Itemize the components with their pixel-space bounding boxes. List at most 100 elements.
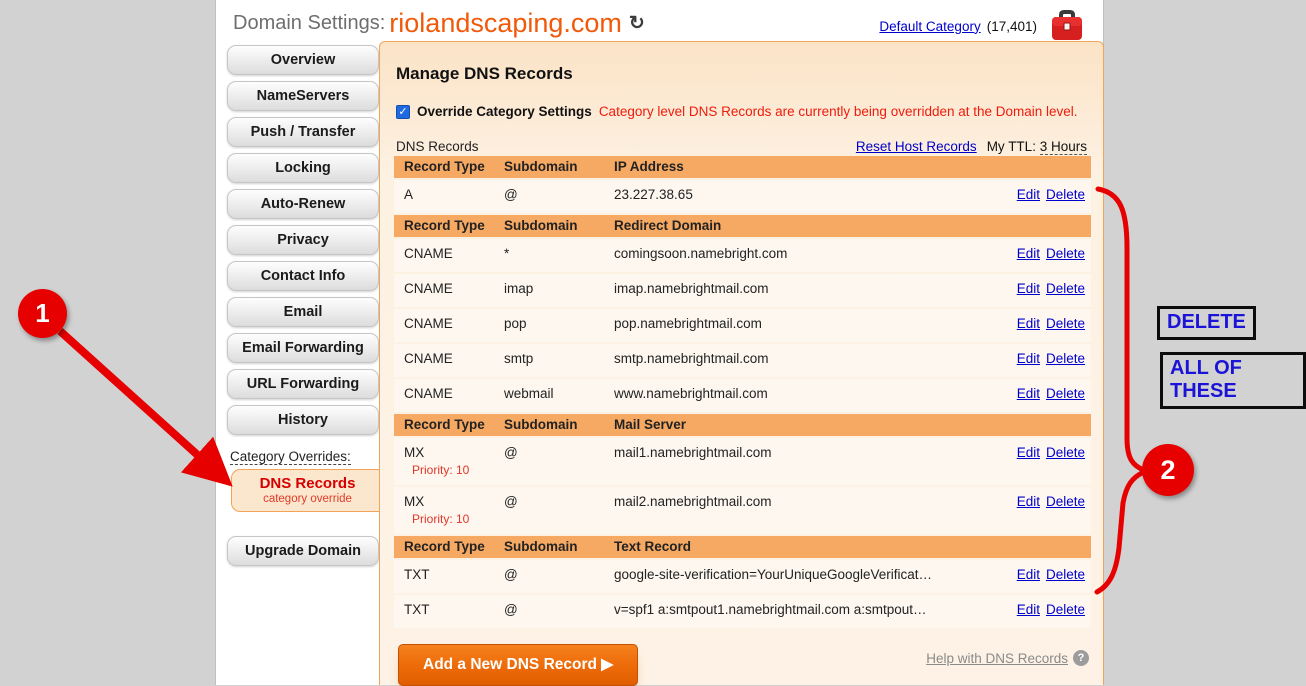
subdomain-cell: smtp [504, 351, 614, 366]
override-checkbox-label: Override Category Settings [417, 104, 592, 119]
record-value-cell: mail2.namebrightmail.com [614, 494, 996, 509]
record-value-cell: google-site-verification=YourUniqueGoogl… [614, 567, 996, 582]
row-actions: Edit Delete [996, 494, 1091, 509]
delete-link[interactable]: Delete [1046, 281, 1085, 296]
step1-arrow [60, 331, 222, 477]
step1-badge: 1 [18, 289, 67, 338]
table-row: TXT@v=spf1 a:smtpout1.namebrightmail.com… [394, 595, 1091, 628]
column-header-subdomain: Subdomain [504, 159, 614, 174]
column-header-actions [996, 159, 1091, 174]
edit-link[interactable]: Edit [1017, 351, 1040, 366]
override-warning-text: Category level DNS Records are currently… [599, 104, 1078, 119]
sidebar-item-email[interactable]: Email [227, 297, 379, 327]
row-actions: Edit Delete [996, 567, 1091, 582]
category-count: (17,401) [987, 19, 1037, 34]
refresh-icon[interactable]: ↻ [629, 13, 645, 34]
record-type-value: MX [404, 494, 504, 509]
edit-link[interactable]: Edit [1017, 602, 1040, 617]
arrow-right-icon: ▶ [601, 656, 613, 673]
column-header-subdomain: Subdomain [504, 218, 614, 233]
subdomain-cell: webmail [504, 386, 614, 401]
subdomain-cell: @ [504, 187, 614, 202]
edit-link[interactable]: Edit [1017, 386, 1040, 401]
edit-link[interactable]: Edit [1017, 567, 1040, 582]
sidebar-item-auto-renew[interactable]: Auto-Renew [227, 189, 379, 219]
category-override-sublabel: category override [232, 493, 383, 505]
sidebar-item-dns-records[interactable]: DNS Records category override [231, 469, 383, 512]
page-header: Domain Settings:riolandscaping.com ↻ Defa… [216, 0, 1103, 41]
delete-link[interactable]: Delete [1046, 246, 1085, 261]
record-type-cell: TXT [394, 567, 504, 582]
table-section-header: Record TypeSubdomainText Record [394, 536, 1091, 558]
row-actions: Edit Delete [996, 602, 1091, 617]
reset-host-records-link[interactable]: Reset Host Records [856, 139, 977, 154]
delete-link[interactable]: Delete [1046, 602, 1085, 617]
record-type-value: MX [404, 445, 504, 460]
sidebar-item-locking[interactable]: Locking [227, 153, 379, 183]
column-header-record-type: Record Type [394, 218, 504, 233]
sidebar-item-overview[interactable]: Overview [227, 45, 379, 75]
panel-footer: Add a New DNS Record ▶ Help with DNS Rec… [394, 644, 1089, 686]
sidebar-item-email-forwarding[interactable]: Email Forwarding [227, 333, 379, 363]
subdomain-cell: pop [504, 316, 614, 331]
record-type-value: CNAME [404, 281, 504, 296]
manage-dns-panel: Manage DNS Records ✓ Override Category S… [379, 41, 1104, 685]
edit-link[interactable]: Edit [1017, 187, 1040, 202]
record-type-cell: CNAME [394, 351, 504, 366]
question-mark-icon[interactable]: ? [1073, 650, 1089, 666]
edit-link[interactable]: Edit [1017, 281, 1040, 296]
edit-link[interactable]: Edit [1017, 494, 1040, 509]
record-value-cell: comingsoon.namebright.com [614, 246, 996, 261]
sidebar-item-push-transfer[interactable]: Push / Transfer [227, 117, 379, 147]
domain-name: riolandscaping.com [389, 8, 622, 38]
edit-link[interactable]: Edit [1017, 445, 1040, 460]
record-type-value: CNAME [404, 246, 504, 261]
column-header-subdomain: Subdomain [504, 417, 614, 432]
sidebar-item-contact-info[interactable]: Contact Info [227, 261, 379, 291]
edit-link[interactable]: Edit [1017, 316, 1040, 331]
help-group: Help with DNS Records ? [926, 650, 1089, 666]
record-type-value: TXT [404, 567, 504, 582]
subdomain-cell: @ [504, 445, 614, 460]
ttl-value-link[interactable]: 3 Hours [1040, 139, 1087, 155]
add-dns-record-button[interactable]: Add a New DNS Record ▶ [398, 644, 638, 686]
sidebar-item-upgrade-domain[interactable]: Upgrade Domain [227, 536, 379, 566]
row-actions: Edit Delete [996, 187, 1091, 202]
subdomain-cell: @ [504, 567, 614, 582]
step2-badge: 2 [1142, 444, 1194, 496]
record-type-value: CNAME [404, 386, 504, 401]
toolbox-icon[interactable] [1049, 10, 1085, 42]
table-row: CNAMEpoppop.namebrightmail.comEditDelete [394, 309, 1091, 342]
table-section-header: Record TypeSubdomainMail Server [394, 414, 1091, 436]
ttl-group: My TTL: 3 Hours [987, 139, 1087, 154]
record-value-cell: v=spf1 a:smtpout1.namebrightmail.com a:s… [614, 602, 996, 617]
delete-link[interactable]: Delete [1046, 187, 1085, 202]
record-type-cell: CNAME [394, 386, 504, 401]
category-overrides-link[interactable]: Category Overrides: [230, 449, 351, 465]
sidebar-item-url-forwarding[interactable]: URL Forwarding [227, 369, 379, 399]
default-category-link[interactable]: Default Category [879, 19, 980, 34]
record-value-cell: 23.227.38.65 [614, 187, 996, 202]
help-dns-records-link[interactable]: Help with DNS Records [926, 651, 1068, 666]
sidebar-item-privacy[interactable]: Privacy [227, 225, 379, 255]
delete-link[interactable]: Delete [1046, 316, 1085, 331]
column-header-value: Redirect Domain [614, 218, 996, 233]
delete-link[interactable]: Delete [1046, 567, 1085, 582]
override-category-checkbox[interactable]: ✓ [396, 105, 410, 119]
delete-link[interactable]: Delete [1046, 351, 1085, 366]
record-type-cell: CNAME [394, 281, 504, 296]
delete-link[interactable]: Delete [1046, 494, 1085, 509]
table-row: MXPriority: 10@mail1.namebrightmail.comE… [394, 438, 1091, 485]
subdomain-cell: @ [504, 494, 614, 509]
row-actions: Edit Delete [996, 281, 1091, 296]
domain-settings-page: Domain Settings:riolandscaping.com ↻ Defa… [215, 0, 1104, 685]
edit-link[interactable]: Edit [1017, 246, 1040, 261]
override-settings-row: ✓ Override Category Settings Category le… [396, 104, 1089, 119]
delete-link[interactable]: Delete [1046, 445, 1085, 460]
sidebar-item-nameservers[interactable]: NameServers [227, 81, 379, 111]
sidebar-item-history[interactable]: History [227, 405, 379, 435]
record-value-cell: pop.namebrightmail.com [614, 316, 996, 331]
page-title: Domain Settings: [233, 12, 385, 34]
delete-link[interactable]: Delete [1046, 386, 1085, 401]
row-actions: Edit Delete [996, 316, 1091, 331]
